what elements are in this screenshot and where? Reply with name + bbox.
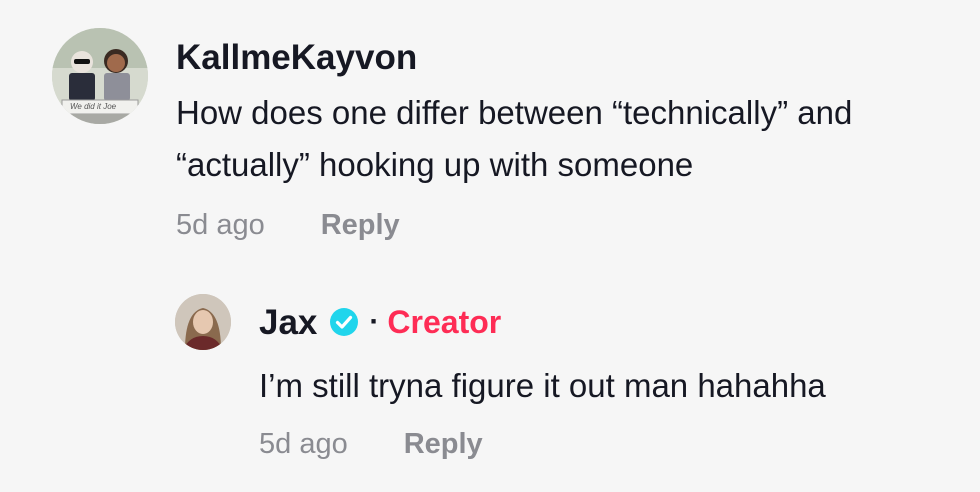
comment-text-line: “actually” hooking up with someone <box>176 146 694 183</box>
reply-username[interactable]: Jax <box>259 305 317 340</box>
avatar-caption: We did it Joe <box>70 102 117 111</box>
reply-timestamp: 5d ago <box>259 428 348 460</box>
comment-text-line: How does one differ between “technically… <box>176 94 853 131</box>
comments-panel: We did it Joe KallmeKayvon How does one … <box>0 0 980 492</box>
reply-meta: 5d ago Reply <box>259 428 959 461</box>
separator-dot: · <box>369 305 380 338</box>
creator-badge: Creator <box>387 303 502 340</box>
comment-body: KallmeKayvon How does one differ between… <box>176 28 956 242</box>
comment-text: How does one differ between “technically… <box>176 87 956 191</box>
reply-body: Jax · Creator I’m still tryna figure it … <box>259 294 959 461</box>
reply-text: I’m still tryna figure it out man hahahh… <box>259 367 826 404</box>
avatar[interactable] <box>175 294 231 350</box>
verified-check-icon <box>329 307 359 337</box>
comment-username[interactable]: KallmeKayvon <box>176 40 956 75</box>
reply-header: Jax · Creator <box>259 294 959 350</box>
avatar-image <box>175 294 231 350</box>
comment-meta: 5d ago Reply <box>176 209 956 242</box>
comment-timestamp: 5d ago <box>176 209 265 241</box>
reply-button[interactable]: Reply <box>404 428 483 461</box>
reply-button[interactable]: Reply <box>321 209 400 242</box>
avatar[interactable]: We did it Joe <box>52 28 148 124</box>
